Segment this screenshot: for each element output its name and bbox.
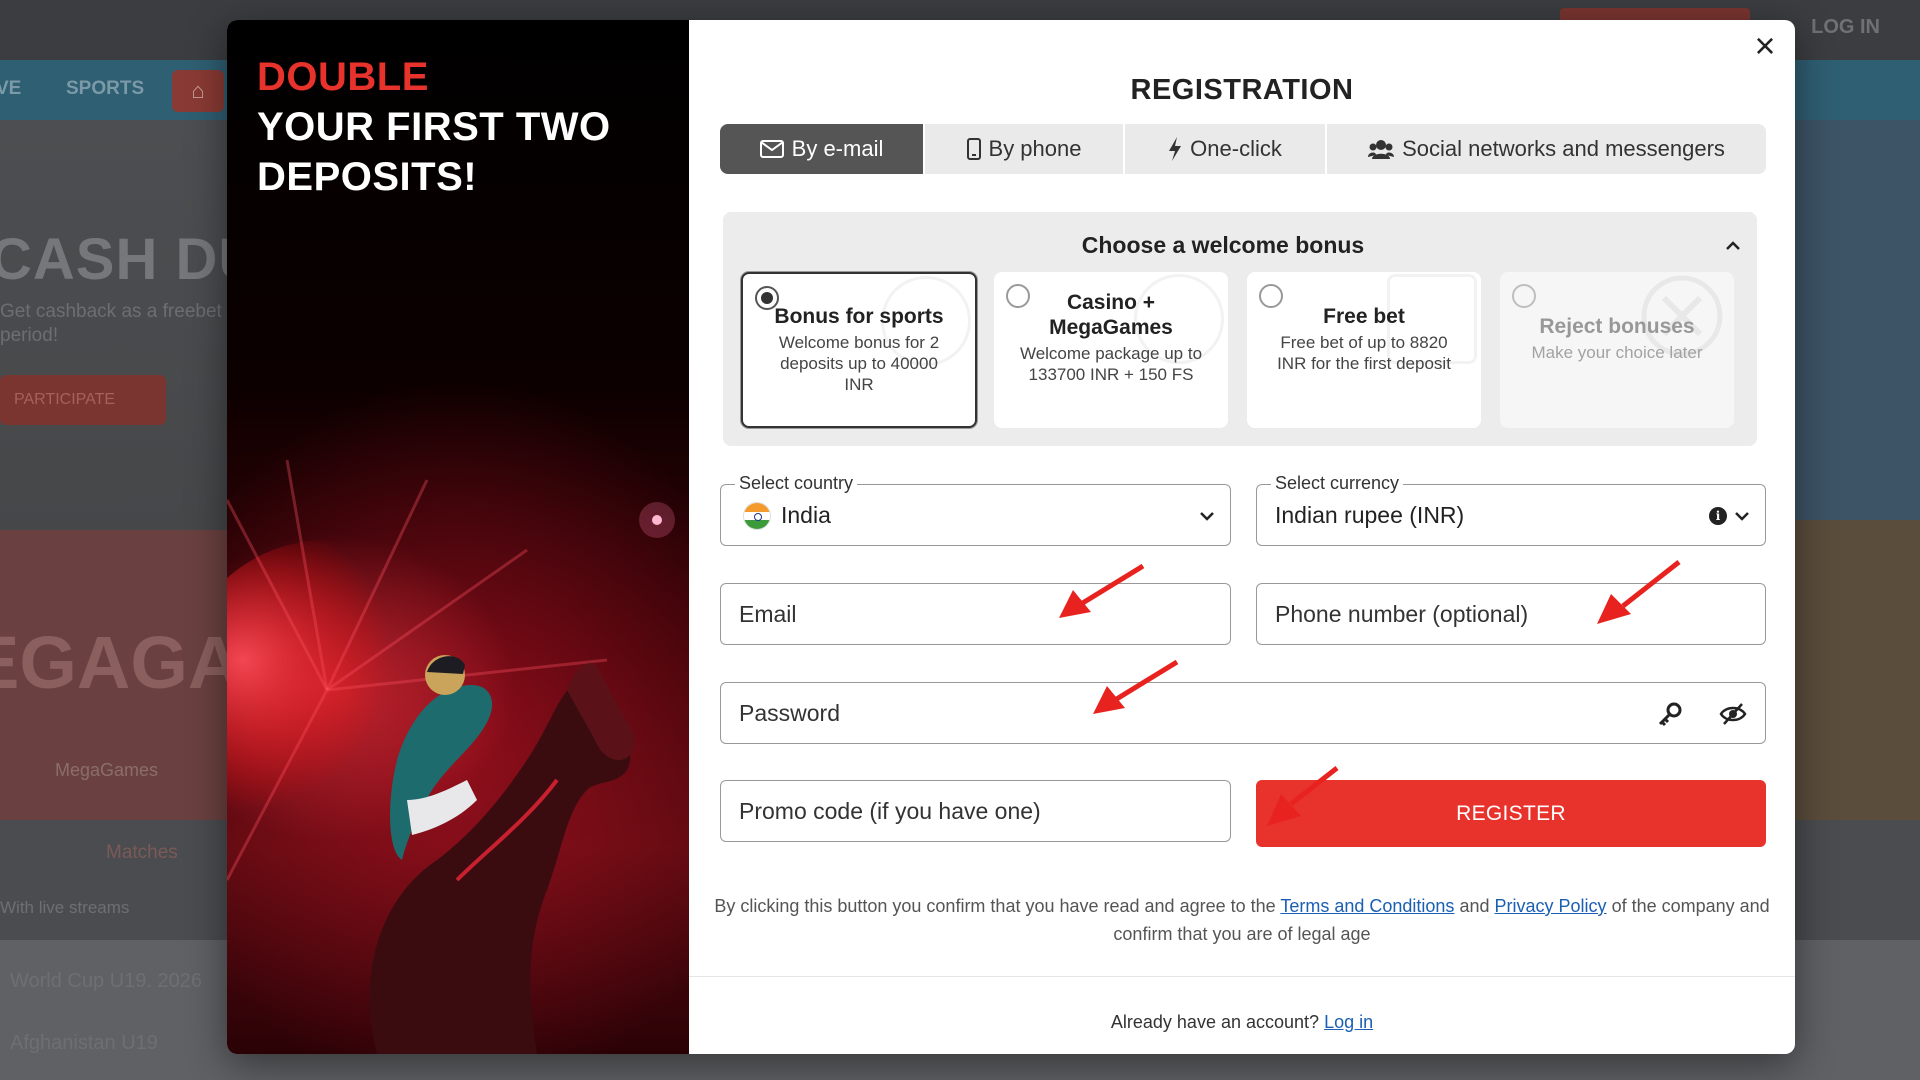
login-prompt: Already have an account? Log in bbox=[689, 1012, 1795, 1033]
terms-link[interactable]: Terms and Conditions bbox=[1280, 896, 1454, 916]
background-nav-live: VE bbox=[0, 78, 22, 99]
promo-headline-accent: DOUBLE bbox=[257, 55, 429, 99]
bonus-description: Free bet of up to 8820 INR for the first… bbox=[1277, 333, 1451, 373]
jockey-horse-illustration bbox=[227, 460, 675, 1054]
phone-icon bbox=[966, 138, 981, 160]
tab-label: By e-mail bbox=[791, 136, 884, 161]
bonus-name: Free bet bbox=[1323, 305, 1405, 328]
registration-modal: DOUBLE YOUR FIRST TWO DEPOSITS! × REGIST… bbox=[227, 20, 1795, 1054]
home-icon: ⌂ bbox=[172, 70, 224, 112]
welcome-bonus-section: Choose a welcome bonus Bonus for sports … bbox=[723, 212, 1757, 446]
bonus-name: Reject bonuses bbox=[1539, 315, 1695, 338]
people-icon bbox=[1368, 140, 1395, 159]
envelope-icon bbox=[759, 140, 784, 158]
chevron-down-icon bbox=[1735, 512, 1749, 521]
email-input[interactable] bbox=[721, 584, 1230, 644]
bonus-option-casino[interactable]: Casino + MegaGames Welcome package up to… bbox=[994, 272, 1228, 428]
email-field bbox=[720, 583, 1231, 645]
registration-form: × REGISTRATION By e-mail By phone One-cl… bbox=[689, 20, 1795, 1054]
background-hero-subtitle: Get cashback as a freebet period! bbox=[0, 301, 222, 346]
annotation-arrow-icon bbox=[1597, 560, 1681, 624]
background-hero-right bbox=[1790, 120, 1920, 520]
tab-label: Social networks and messengers bbox=[1402, 136, 1725, 161]
bonus-option-reject[interactable]: Reject bonuses Make your choice later bbox=[1500, 272, 1734, 428]
info-icon[interactable]: i bbox=[1709, 507, 1727, 525]
registration-title: REGISTRATION bbox=[1130, 74, 1354, 106]
tab-label: One-click bbox=[1190, 136, 1282, 161]
background-login-link: LOG IN bbox=[1811, 16, 1880, 38]
promo-panel: DOUBLE YOUR FIRST TWO DEPOSITS! bbox=[227, 20, 689, 1054]
country-label: Select country bbox=[735, 473, 858, 494]
background-nav-sports: SPORTS bbox=[66, 78, 145, 99]
lightning-icon bbox=[1169, 137, 1182, 161]
tab-one-click[interactable]: One-click bbox=[1125, 124, 1327, 174]
welcome-bonus-heading: Choose a welcome bonus bbox=[1081, 232, 1365, 258]
country-select[interactable]: Select country India bbox=[720, 473, 1231, 546]
annotation-arrow-icon bbox=[1093, 659, 1179, 714]
promo-headline-rest: YOUR FIRST TWO DEPOSITS! bbox=[257, 105, 611, 199]
india-flag-icon bbox=[743, 502, 771, 530]
bonus-option-sports[interactable]: Bonus for sports Welcome bonus for 2 dep… bbox=[741, 272, 977, 428]
background-hero-title: CASH DU bbox=[0, 227, 262, 292]
background-banner-right bbox=[1790, 520, 1920, 820]
bonus-radio[interactable] bbox=[1512, 284, 1536, 308]
login-question: Already have an account? bbox=[1110, 1012, 1320, 1032]
phone-input[interactable] bbox=[1257, 584, 1765, 644]
login-link[interactable]: Log in bbox=[1324, 1012, 1373, 1032]
bonus-name: Casino + MegaGames bbox=[1049, 291, 1173, 339]
background-participate-button: PARTICIPATE bbox=[0, 375, 166, 425]
currency-select[interactable]: Select currency Indian rupee (INR) i bbox=[1256, 473, 1766, 546]
background-streams-filter: With live streams bbox=[0, 898, 130, 917]
privacy-link[interactable]: Privacy Policy bbox=[1495, 896, 1607, 916]
chevron-up-icon[interactable] bbox=[1723, 236, 1743, 256]
tab-social-networks[interactable]: Social networks and messengers bbox=[1327, 124, 1766, 174]
bonus-name: Bonus for sports bbox=[774, 305, 944, 328]
close-button[interactable]: × bbox=[1745, 26, 1785, 66]
tab-label: By phone bbox=[988, 136, 1082, 161]
promo-headline: DOUBLE YOUR FIRST TWO DEPOSITS! bbox=[257, 52, 657, 202]
tab-by-phone[interactable]: By phone bbox=[925, 124, 1125, 174]
consent-text: By clicking this button you confirm that… bbox=[709, 892, 1775, 948]
currency-label: Select currency bbox=[1271, 473, 1404, 494]
promo-code-input[interactable] bbox=[721, 781, 1230, 841]
tab-by-email[interactable]: By e-mail bbox=[720, 124, 925, 174]
password-input[interactable] bbox=[721, 683, 1765, 743]
bonus-description: Welcome package up to 133700 INR + 150 F… bbox=[1019, 344, 1203, 384]
annotation-arrow-icon bbox=[1059, 563, 1145, 618]
phone-field bbox=[1256, 583, 1766, 645]
promo-code-field bbox=[720, 780, 1231, 842]
annotation-arrow-icon bbox=[1267, 766, 1339, 826]
consent-before: By clicking this button you confirm that… bbox=[714, 896, 1276, 916]
consent-and: and bbox=[1459, 896, 1490, 916]
divider bbox=[689, 976, 1795, 977]
password-field bbox=[720, 682, 1766, 744]
key-icon[interactable] bbox=[1657, 701, 1683, 727]
bonus-description: Make your choice later bbox=[1531, 343, 1703, 362]
background-tab-matches: Matches bbox=[106, 842, 178, 863]
bonus-option-free-bet[interactable]: Free bet Free bet of up to 8820 INR for … bbox=[1247, 272, 1481, 428]
chevron-down-icon bbox=[1200, 512, 1214, 521]
background-event-row: World Cup U19. 2026 bbox=[10, 970, 202, 992]
background-banner-caption: MegaGames bbox=[55, 760, 159, 780]
currency-value: Indian rupee (INR) bbox=[1275, 502, 1465, 528]
eye-slash-icon[interactable] bbox=[1719, 701, 1747, 727]
registration-method-tabs: By e-mail By phone One-click Social netw… bbox=[720, 124, 1766, 174]
bonus-description: Welcome bonus for 2 deposits up to 40000… bbox=[778, 333, 940, 394]
background-event-row: Afghanistan U19 bbox=[10, 1032, 158, 1054]
country-value: India bbox=[781, 502, 831, 528]
